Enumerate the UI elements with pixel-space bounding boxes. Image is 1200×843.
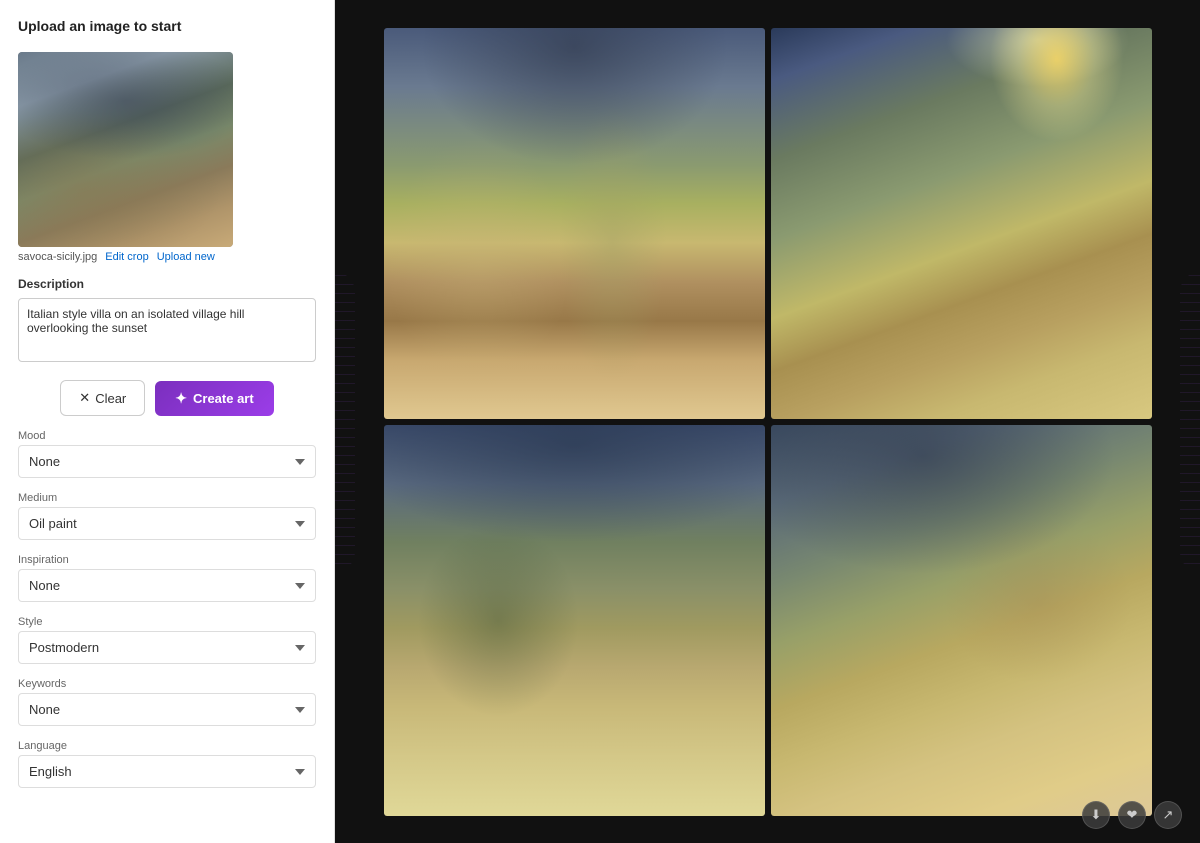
share-button[interactable]: ↗ xyxy=(1154,801,1182,829)
mood-select[interactable]: None Happy Melancholic Dramatic Peaceful… xyxy=(18,445,316,478)
language-select[interactable]: English Spanish French German Italian Ja… xyxy=(18,755,316,788)
left-panel: Upload an image to start savoca-sicily.j… xyxy=(0,0,335,843)
description-label: Description xyxy=(18,277,316,291)
art-cell-1[interactable] xyxy=(384,28,765,419)
sparkle-icon: ✦ xyxy=(175,390,187,407)
upload-new-link[interactable]: Upload new xyxy=(157,251,215,263)
keywords-label: Keywords xyxy=(18,678,316,690)
inspiration-select[interactable]: None Renaissance Impressionism Baroque R… xyxy=(18,569,316,602)
mood-group: Mood None Happy Melancholic Dramatic Pea… xyxy=(18,430,316,478)
keywords-group: Keywords None Landscape Portrait Archite… xyxy=(18,678,316,726)
inspiration-label: Inspiration xyxy=(18,554,316,566)
keywords-select[interactable]: None Landscape Portrait Architecture Nat… xyxy=(18,693,316,726)
medium-label: Medium xyxy=(18,492,316,504)
medium-select[interactable]: Oil paint Watercolor Acrylic Pastel Char… xyxy=(18,507,316,540)
style-group: Style None Realism Abstract Postmodern E… xyxy=(18,616,316,664)
art-cell-4[interactable] xyxy=(771,425,1152,816)
bottom-icons: ⬇ ❤ ↗ xyxy=(1082,801,1182,829)
page-title: Upload an image to start xyxy=(18,18,316,34)
art-grid xyxy=(378,22,1158,822)
x-icon: ✕ xyxy=(79,390,90,406)
image-filename: savoca-sicily.jpg xyxy=(18,251,97,263)
image-preview xyxy=(18,52,233,247)
description-input[interactable]: Italian style villa on an isolated villa… xyxy=(18,298,316,362)
language-label: Language xyxy=(18,740,316,752)
style-label: Style xyxy=(18,616,316,628)
description-group: Description Italian style villa on an is… xyxy=(18,277,316,362)
edit-crop-link[interactable]: Edit crop xyxy=(105,251,148,263)
share-icon: ↗ xyxy=(1163,807,1174,823)
favorite-button[interactable]: ❤ xyxy=(1118,801,1146,829)
create-art-button[interactable]: ✦ Create art xyxy=(155,381,273,416)
clear-label: Clear xyxy=(95,391,126,406)
download-icon: ⬇ xyxy=(1091,807,1102,823)
create-label: Create art xyxy=(193,391,254,406)
uploaded-image-container: savoca-sicily.jpg Edit crop Upload new xyxy=(18,52,316,263)
clear-button[interactable]: ✕ Clear xyxy=(60,380,145,416)
mood-label: Mood xyxy=(18,430,316,442)
art-panel: ⬇ ❤ ↗ xyxy=(335,0,1200,843)
image-meta: savoca-sicily.jpg Edit crop Upload new xyxy=(18,251,316,263)
favorite-icon: ❤ xyxy=(1127,807,1138,823)
language-group: Language English Spanish French German I… xyxy=(18,740,316,788)
uploaded-image xyxy=(18,52,233,247)
medium-group: Medium Oil paint Watercolor Acrylic Past… xyxy=(18,492,316,540)
action-buttons: ✕ Clear ✦ Create art xyxy=(18,380,316,416)
art-cell-3[interactable] xyxy=(384,425,765,816)
art-cell-2[interactable] xyxy=(771,28,1152,419)
download-button[interactable]: ⬇ xyxy=(1082,801,1110,829)
inspiration-group: Inspiration None Renaissance Impressioni… xyxy=(18,554,316,602)
style-select[interactable]: None Realism Abstract Postmodern Express… xyxy=(18,631,316,664)
